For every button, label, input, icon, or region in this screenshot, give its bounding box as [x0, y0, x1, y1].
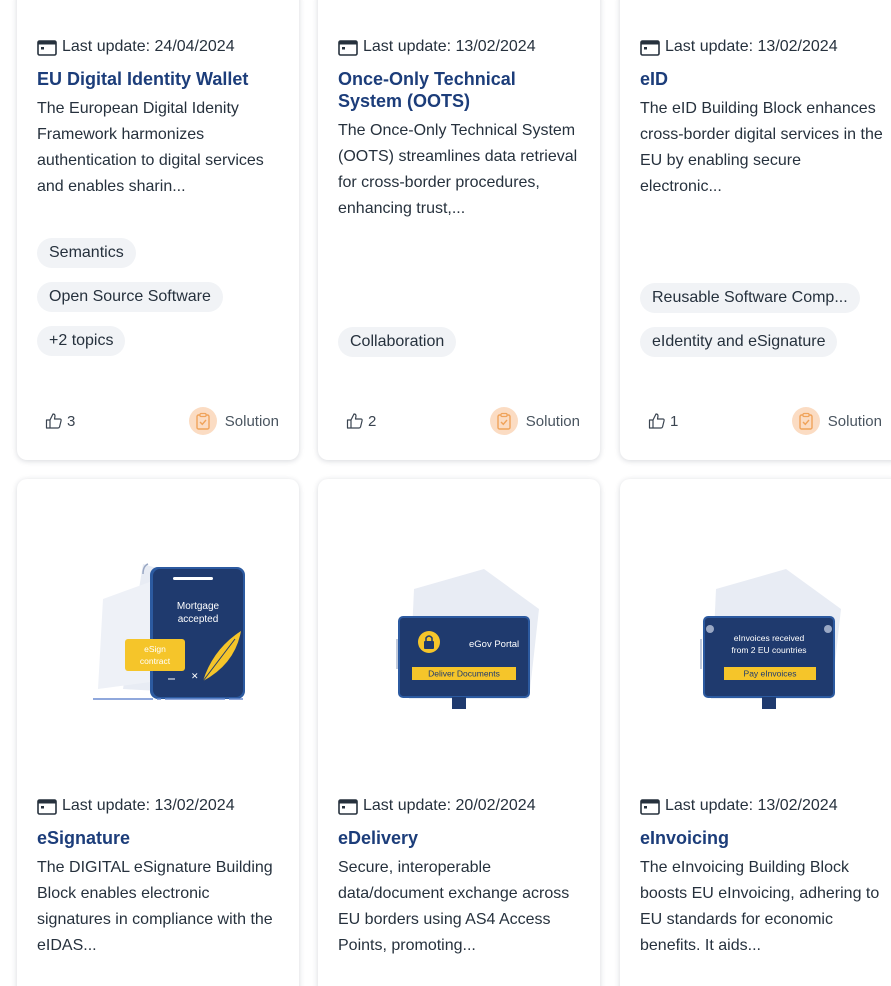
last-update: Last update: 13/02/2024 — [338, 36, 584, 58]
last-update-text: Last update: 20/02/2024 — [363, 797, 536, 814]
clipboard-check-icon — [489, 407, 518, 435]
topic-tag[interactable]: Semantics — [37, 238, 136, 268]
illus-screen-text: eGov Portal — [469, 639, 519, 650]
card-edelivery[interactable]: eGov Portal Deliver Documents Last updat… — [318, 479, 600, 986]
esignature-illustration: Mortgage accepted eSign contract ✕ — [93, 563, 245, 700]
card-description: The Once-Only Technical System (OOTS) st… — [338, 122, 578, 217]
card-once-only-technical-system[interactable]: Last update: 13/02/2024 Once-Only Techni… — [318, 0, 600, 460]
illus-badge-text-2: contract — [140, 656, 171, 666]
illus-screen-text: Mortgage — [177, 601, 220, 612]
card-title[interactable]: eInvoicing — [640, 827, 886, 849]
last-update: Last update: 13/02/2024 — [640, 795, 886, 817]
likes-count: 2 — [368, 412, 377, 430]
thumbs-up-icon — [346, 413, 363, 429]
card-footer: 3 Solution — [45, 406, 279, 436]
likes-count: 1 — [670, 412, 679, 430]
card-title[interactable]: eID — [640, 68, 886, 90]
card-esignature[interactable]: Mortgage accepted eSign contract ✕ Last … — [17, 479, 299, 986]
calendar-icon — [338, 39, 358, 56]
likes[interactable]: 2 — [346, 412, 376, 430]
last-update: Last update: 20/02/2024 — [338, 795, 584, 817]
calendar-icon — [338, 798, 358, 815]
type-label: Solution — [224, 412, 279, 430]
card-title[interactable]: Once-Only Technical System (OOTS) — [338, 68, 584, 112]
topic-tag[interactable]: Reusable Software Comp... — [640, 283, 860, 313]
type-badge: Solution — [188, 407, 279, 435]
illus-button-text: Pay eInvoices — [744, 669, 797, 679]
card-footer: 2 Solution — [346, 406, 580, 436]
card-title[interactable]: eSignature — [37, 827, 283, 849]
last-update: Last update: 24/04/2024 — [37, 36, 283, 58]
calendar-icon — [640, 798, 660, 815]
clipboard-check-icon — [188, 407, 217, 435]
last-update-text: Last update: 24/04/2024 — [62, 38, 235, 55]
clipboard-check-icon — [791, 407, 820, 435]
type-badge: Solution — [489, 407, 580, 435]
illus-screen-text-2: accepted — [178, 614, 219, 625]
calendar-icon — [37, 39, 57, 56]
type-label: Solution — [525, 412, 580, 430]
last-update-text: Last update: 13/02/2024 — [62, 797, 235, 814]
illus-button-text: Deliver Documents — [428, 669, 500, 679]
likes[interactable]: 3 — [45, 412, 75, 430]
card-eu-digital-identity-wallet[interactable]: Last update: 24/04/2024 EU Digital Ident… — [17, 0, 299, 460]
card-footer: 1 Solution — [648, 406, 882, 436]
likes[interactable]: 1 — [648, 412, 678, 430]
card-description: The eInvoicing Building Block boosts EU … — [640, 859, 880, 954]
last-update-text: Last update: 13/02/2024 — [665, 797, 838, 814]
topic-tag[interactable]: Collaboration — [338, 327, 457, 357]
type-badge: Solution — [791, 407, 882, 435]
calendar-icon — [640, 39, 660, 56]
calendar-icon — [37, 798, 57, 815]
topic-tag[interactable]: Open Source Software — [37, 282, 223, 312]
type-label: Solution — [827, 412, 882, 430]
thumbs-up-icon — [648, 413, 665, 429]
last-update-text: Last update: 13/02/2024 — [665, 38, 838, 55]
more-topics-tag[interactable]: +2 topics — [37, 326, 126, 356]
card-description: The European Digital Idenity Framework h… — [37, 100, 264, 195]
card-einvoicing[interactable]: eInvoices received from 2 EU countries P… — [620, 479, 891, 986]
illus-screen-text: eInvoices received — [734, 633, 805, 643]
illus-screen-text-2: from 2 EU countries — [731, 645, 806, 655]
illus-badge-text: eSign — [144, 644, 166, 654]
card-description: Secure, interoperable data/document exch… — [338, 859, 570, 954]
card-description: The DIGITAL eSignature Building Block en… — [37, 859, 273, 954]
card-title[interactable]: eDelivery — [338, 827, 584, 849]
last-update: Last update: 13/02/2024 — [640, 36, 886, 58]
edelivery-illustration: eGov Portal Deliver Documents — [396, 569, 539, 709]
last-update: Last update: 13/02/2024 — [37, 795, 283, 817]
last-update-text: Last update: 13/02/2024 — [363, 38, 536, 55]
card-eid[interactable]: Last update: 13/02/2024 eID The eID Buil… — [620, 0, 891, 460]
einvoicing-illustration: eInvoices received from 2 EU countries P… — [700, 569, 841, 709]
card-description: The eID Building Block enhances cross-bo… — [640, 100, 883, 195]
likes-count: 3 — [67, 412, 76, 430]
thumbs-up-icon — [45, 413, 62, 429]
svg-text:✕: ✕ — [191, 671, 199, 681]
topic-tag[interactable]: eIdentity and eSignature — [640, 327, 838, 357]
card-title[interactable]: EU Digital Identity Wallet — [37, 68, 283, 90]
